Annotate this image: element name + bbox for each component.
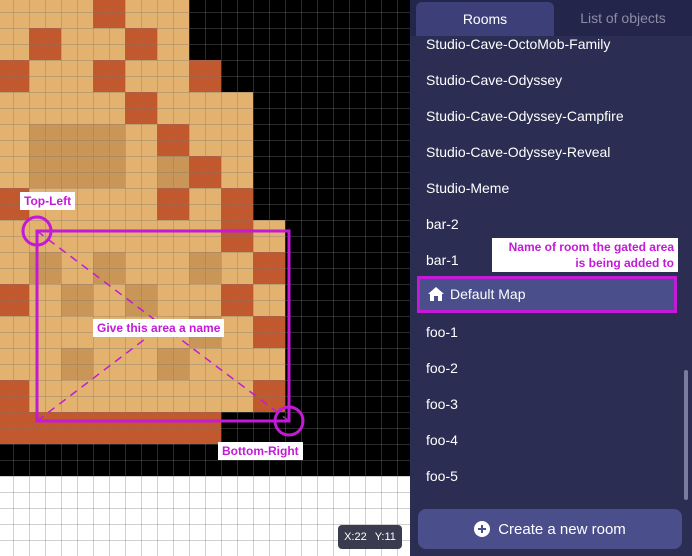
- selected-room-label: Default Map: [450, 286, 526, 302]
- room-item[interactable]: bar-2: [426, 206, 459, 242]
- room-item-selected[interactable]: Default Map: [418, 277, 676, 311]
- tab-rooms[interactable]: Rooms: [416, 2, 554, 36]
- coord-y: Y:11: [374, 531, 396, 543]
- gated-area-overlay: [21, 215, 305, 437]
- plus-circle-icon: [474, 521, 491, 537]
- rooms-panel: Rooms List of objects Studio-Cave-OctoMo…: [410, 0, 692, 556]
- room-item[interactable]: foo-3: [426, 386, 458, 422]
- room-item[interactable]: Studio-Meme: [426, 170, 509, 206]
- room-list-scrollbar[interactable]: [684, 370, 688, 500]
- coord-x: X:22: [344, 531, 367, 543]
- room-item[interactable]: bar-1: [426, 242, 459, 278]
- home-icon: [428, 287, 444, 301]
- map-canvas[interactable]: Top-Left Bottom-Right Give this area a n…: [0, 0, 410, 556]
- room-item[interactable]: foo-1: [426, 314, 458, 350]
- area-name-hint: Give this area a name: [93, 319, 225, 337]
- room-item[interactable]: Studio-Cave-Odyssey-Campfire: [426, 98, 624, 134]
- room-item[interactable]: Studio-Cave-Odyssey: [426, 62, 562, 98]
- bottom-right-label: Bottom-Right: [218, 442, 303, 460]
- create-room-button[interactable]: Create a new room: [418, 509, 682, 549]
- room-item[interactable]: foo-4: [426, 422, 458, 458]
- room-item[interactable]: Studio-Cave-OctoMob-Family: [426, 36, 610, 62]
- top-left-label: Top-Left: [20, 192, 76, 210]
- panel-tabs: Rooms List of objects: [410, 0, 692, 36]
- room-item[interactable]: Studio-Cave-Odyssey-Reveal: [426, 134, 610, 170]
- room-item[interactable]: foo-5: [426, 458, 458, 494]
- room-item[interactable]: foo-2: [426, 350, 458, 386]
- room-annotation: Name of room the gated area is being add…: [492, 238, 678, 272]
- tab-list-of-objects[interactable]: List of objects: [554, 0, 692, 36]
- create-room-label: Create a new room: [498, 520, 626, 538]
- coordinates-readout: X:22 Y:11: [338, 525, 402, 549]
